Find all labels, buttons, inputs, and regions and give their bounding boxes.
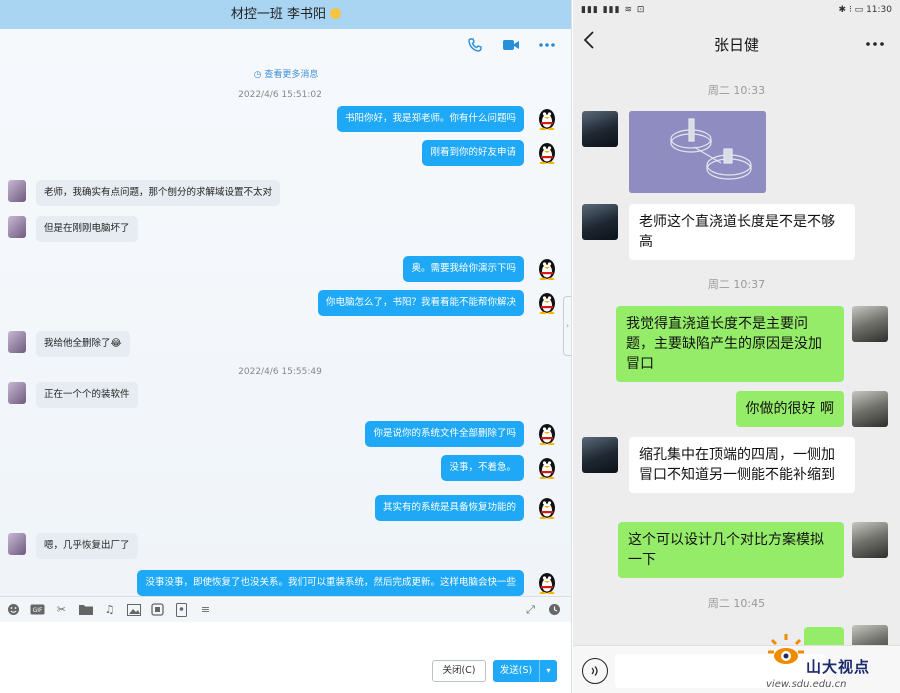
sent-message-bubble[interactable]: 其实有的系统是具备恢复功能的 bbox=[374, 495, 524, 521]
message-row: 你是说你的系统文件全部删除了吗 bbox=[0, 421, 571, 451]
sent-message-bubble[interactable]: 你是说你的系统文件全部删除了吗 bbox=[365, 421, 524, 447]
emoji-icon[interactable] bbox=[6, 602, 21, 617]
wechat-header: 张日健 bbox=[573, 22, 900, 66]
message-row: 书阳你好，我是郑老师。你有什么问题吗 bbox=[0, 106, 571, 136]
sent-message-bubble[interactable]: 书阳你好，我是郑老师。你有什么问题吗 bbox=[336, 106, 524, 132]
received-message-bubble[interactable]: 老师这个直浇道长度是不是不够高 bbox=[629, 204, 855, 260]
signal-icons: ▮▮▮ ▮▮▮ ≋ ⊡ bbox=[581, 5, 646, 15]
voice-input-icon[interactable] bbox=[582, 658, 608, 684]
message-row: 我给他全删除了😂 bbox=[0, 331, 571, 361]
sent-message-bubble[interactable]: 没事，不着急。 bbox=[441, 455, 524, 481]
contact-avatar[interactable] bbox=[8, 180, 26, 202]
image-icon[interactable] bbox=[126, 602, 141, 617]
penguin-avatar-icon[interactable] bbox=[536, 421, 558, 445]
send-label: 发送(S) bbox=[499, 665, 533, 676]
folder-icon[interactable] bbox=[78, 602, 93, 617]
contact-avatar[interactable] bbox=[582, 111, 618, 147]
message-row: 其实有的系统是具备恢复功能的 bbox=[0, 495, 571, 525]
penguin-avatar-icon[interactable] bbox=[536, 570, 558, 594]
more-options-icon[interactable] bbox=[866, 32, 884, 51]
message-row: 老师，我确实有点问题，那个刨分的求解域设置不太对 bbox=[0, 180, 571, 210]
status-right: ✱ ⁝ ▭ 11:30 bbox=[839, 5, 892, 15]
qq-contact-title: 材控一班 李书阳 bbox=[230, 7, 327, 22]
scissors-icon[interactable]: ✂ bbox=[54, 602, 69, 617]
penguin-avatar-icon[interactable] bbox=[536, 290, 558, 314]
watermark-logo-icon bbox=[768, 634, 804, 664]
sent-message-bubble[interactable]: 刚看到你的好友申请 bbox=[422, 140, 524, 166]
penguin-avatar-icon[interactable] bbox=[536, 495, 558, 519]
my-avatar[interactable] bbox=[852, 306, 888, 342]
received-message-bubble[interactable]: 正在一个个的装软件 bbox=[36, 382, 138, 408]
my-avatar[interactable] bbox=[852, 522, 888, 558]
qq-chat-window: 材控一班 李书阳 ◷ 查看更多消息 2022/4/6 15:51:02 书阳你好，… bbox=[0, 0, 572, 693]
timestamp: 2022/4/6 15:51:02 bbox=[238, 90, 322, 100]
contact-avatar[interactable] bbox=[8, 331, 26, 353]
message-row: 正在一个个的装软件 bbox=[0, 382, 571, 412]
watermark: 山大视点 view.sdu.edu.cn bbox=[766, 632, 896, 693]
qq-message-input[interactable] bbox=[0, 622, 571, 693]
contact-avatar[interactable] bbox=[8, 216, 26, 238]
timestamp: 周二 10:45 bbox=[707, 597, 766, 610]
penguin-avatar-icon[interactable] bbox=[536, 455, 558, 479]
received-message-bubble[interactable]: 老师，我确实有点问题，那个刨分的求解域设置不太对 bbox=[36, 180, 281, 206]
contact-avatar[interactable] bbox=[8, 533, 26, 555]
contact-avatar[interactable] bbox=[8, 382, 26, 404]
message-row: 嗯，几乎恢复出厂了 bbox=[0, 533, 571, 563]
timestamp: 周二 10:33 bbox=[707, 84, 766, 97]
sent-message-bubble[interactable]: 我觉得直浇道长度不是主要问题，主要缺陷产生的原因是没加冒口 bbox=[616, 306, 844, 382]
message-row: 没事，不着急。 bbox=[0, 455, 571, 485]
message-row: 但是在刚刚电脑坏了 bbox=[0, 216, 571, 246]
menu-icon[interactable]: ≡ bbox=[198, 602, 213, 617]
svg-text:GIF: GIF bbox=[33, 607, 43, 614]
contact-avatar[interactable] bbox=[582, 437, 618, 473]
message-row: 奥。需要我给你演示下吗 bbox=[0, 256, 571, 286]
panel-collapse-handle[interactable]: › bbox=[563, 296, 571, 356]
penguin-avatar-icon[interactable] bbox=[536, 106, 558, 130]
send-button[interactable]: 发送(S) ▾ bbox=[493, 660, 557, 682]
penguin-avatar-icon[interactable] bbox=[536, 140, 558, 164]
watermark-text: 山大视点 bbox=[806, 658, 871, 676]
vip-icon bbox=[330, 8, 342, 19]
qq-title-bar: 材控一班 李书阳 bbox=[0, 0, 571, 29]
timestamp: 2022/4/6 15:55:49 bbox=[238, 367, 322, 377]
status-icons: ✱ ⁝ ▭ bbox=[838, 5, 864, 15]
history-icon[interactable] bbox=[547, 602, 562, 617]
red-packet-icon[interactable] bbox=[174, 602, 189, 617]
message-row: 刚看到你的好友申请 bbox=[0, 140, 571, 170]
watermark-url: view.sdu.edu.cn bbox=[766, 679, 847, 690]
clock-icon: ◷ bbox=[253, 70, 265, 80]
phone-status-bar: ▮▮▮ ▮▮▮ ≋ ⊡ ✱ ⁝ ▭ 11:30 bbox=[573, 0, 900, 22]
sent-message-bubble[interactable]: 没事没事，即使恢复了也没关系。我们可以重装系统，然后完成更新。这样电脑会快一些 bbox=[137, 570, 524, 596]
received-message-bubble[interactable]: 但是在刚刚电脑坏了 bbox=[36, 216, 138, 242]
sent-message-bubble[interactable]: 奥。需要我给你演示下吗 bbox=[403, 256, 524, 282]
casting-model-image[interactable] bbox=[629, 111, 766, 193]
expand-icon[interactable]: ⤢ bbox=[523, 602, 538, 617]
qq-input-toolbar: GIF ✂ ♫ ≡ ⤢ bbox=[0, 596, 571, 622]
view-more-label: 查看更多消息 bbox=[264, 70, 319, 80]
contact-name: 张日健 bbox=[713, 36, 759, 54]
more-options-icon[interactable] bbox=[537, 36, 557, 54]
wechat-chat-window: ▮▮▮ ▮▮▮ ≋ ⊡ ✱ ⁝ ▭ 11:30 张日健 周二 10:33 老师这个… bbox=[573, 0, 900, 693]
qq-header-tools bbox=[465, 36, 557, 54]
sent-message-bubble[interactable]: 你电脑怎么了，书阳？我看看能不能帮你解决 bbox=[317, 290, 524, 316]
music-icon[interactable]: ♫ bbox=[102, 602, 117, 617]
view-more-messages-link[interactable]: ◷ 查看更多消息 bbox=[0, 67, 571, 80]
contact-avatar[interactable] bbox=[582, 204, 618, 240]
received-message-bubble[interactable]: 我给他全删除了😂 bbox=[36, 331, 130, 357]
timestamp: 周二 10:37 bbox=[707, 278, 766, 291]
voice-call-icon[interactable] bbox=[465, 36, 485, 54]
received-message-bubble[interactable]: 缩孔集中在顶端的四周，一侧加冒口不知道另一侧能不能补缩到 bbox=[629, 437, 855, 493]
close-button[interactable]: 关闭(C) bbox=[432, 660, 486, 682]
penguin-avatar-icon[interactable] bbox=[536, 256, 558, 280]
sent-message-bubble[interactable]: 这个可以设计几个对比方案模拟一下 bbox=[618, 522, 844, 578]
my-avatar[interactable] bbox=[852, 391, 888, 427]
gif-icon[interactable]: GIF bbox=[30, 602, 45, 617]
sent-message-bubble[interactable]: 你做的很好 啊 bbox=[735, 391, 844, 427]
message-row: 你电脑怎么了，书阳？我看看能不能帮你解决 bbox=[0, 290, 571, 320]
video-call-icon[interactable] bbox=[501, 36, 521, 54]
status-time: 11:30 bbox=[866, 5, 892, 15]
received-message-bubble[interactable]: 嗯，几乎恢复出厂了 bbox=[36, 533, 138, 559]
send-options-chevron-icon[interactable]: ▾ bbox=[539, 660, 557, 682]
screenshot-icon[interactable] bbox=[150, 602, 165, 617]
